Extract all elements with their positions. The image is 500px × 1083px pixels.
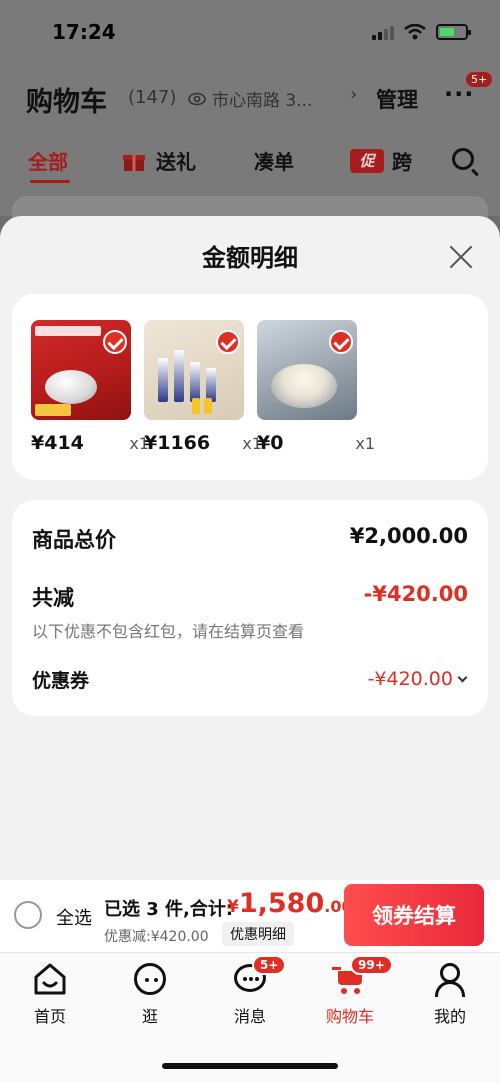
- reduction-label: 共减: [32, 586, 74, 610]
- cart-header-background: 购物车 (147) 市心南路 3... › 管理 ··· 5+ 全部 送礼 凑单…: [0, 66, 500, 226]
- coupon-value-toggle[interactable]: -¥420.00: [367, 668, 468, 690]
- total-integer: 1,580: [238, 888, 325, 919]
- location-text: 市心南路 3...: [212, 91, 313, 111]
- product-price: ¥1166: [144, 432, 211, 454]
- select-all-label[interactable]: 全选: [56, 904, 92, 930]
- tab-gift[interactable]: 送礼: [122, 146, 196, 175]
- wifi-icon: [404, 24, 426, 40]
- chevron-down-icon: [457, 672, 468, 682]
- product-price: ¥414: [31, 432, 84, 454]
- battery-icon: [436, 24, 471, 40]
- promo-icon: 促: [350, 148, 384, 173]
- amount-detail-sheet: 金额明细 ¥414 x1 ¥1166 x1 ¥0 x1 商品总价 ¥2,000.…: [0, 216, 500, 880]
- total-price-value: ¥2,000.00: [349, 524, 468, 548]
- status-bar: 17:24: [0, 0, 500, 66]
- checkout-button[interactable]: 领券结算: [344, 884, 484, 946]
- tab-home[interactable]: 首页: [10, 961, 90, 1027]
- discount-note: 以下优惠不包含红包，请在结算页查看: [32, 622, 305, 641]
- sheet-title: 金额明细: [202, 244, 298, 272]
- checked-icon[interactable]: [216, 330, 240, 354]
- tab-profile[interactable]: 我的: [410, 961, 490, 1027]
- gift-icon: [123, 154, 145, 171]
- tab-browse[interactable]: 逛: [110, 961, 190, 1027]
- product-price: ¥0: [257, 432, 284, 454]
- checkout-bar: 全选 已选 3 件,合计: ¥1,580.00 优惠减:¥420.00 优惠明细…: [0, 880, 500, 952]
- checked-icon[interactable]: [103, 330, 127, 354]
- tab-label: 逛: [141, 1007, 158, 1026]
- status-time: 17:24: [52, 20, 116, 44]
- location-selector[interactable]: 市心南路 3...: [188, 86, 312, 111]
- tab-label: 消息: [233, 1007, 266, 1026]
- more-badge: 5+: [466, 72, 493, 87]
- tab-label: 购物车: [325, 1007, 374, 1026]
- total-price-label: 商品总价: [32, 528, 116, 552]
- total-currency: ¥: [227, 897, 239, 917]
- chevron-right-icon: ›: [350, 84, 358, 105]
- cart-count: (147): [128, 87, 177, 108]
- tab-underline: [30, 180, 70, 183]
- product-item[interactable]: ¥414 x1: [31, 320, 149, 454]
- product-image: [257, 320, 357, 420]
- checked-icon[interactable]: [329, 330, 353, 354]
- coupon-value: -¥420.00: [367, 668, 453, 690]
- product-image: [31, 320, 131, 420]
- discount-line: 优惠减:¥420.00: [104, 929, 209, 945]
- message-badge: 5+: [252, 955, 287, 975]
- search-icon[interactable]: [452, 148, 474, 170]
- reduction-value: -¥420.00: [363, 582, 468, 606]
- product-qty: x1: [355, 434, 375, 453]
- coupon-label: 优惠券: [32, 670, 90, 692]
- total-amount: ¥1,580.00: [227, 888, 353, 919]
- tab-label: 首页: [33, 1007, 66, 1026]
- products-card: ¥414 x1 ¥1166 x1 ¥0 x1: [12, 294, 488, 480]
- product-item[interactable]: ¥0 x1: [257, 320, 375, 454]
- selected-summary: 已选 3 件,合计:: [104, 899, 234, 920]
- tab-messages[interactable]: 5+ 消息: [210, 955, 290, 1027]
- manage-button[interactable]: 管理: [376, 84, 418, 114]
- cart-badge: 99+: [350, 955, 393, 975]
- tab-bundle[interactable]: 凑单: [254, 146, 294, 175]
- discount-detail-button[interactable]: 优惠明细: [222, 922, 294, 946]
- tab-cross-border[interactable]: 促 跨: [350, 146, 412, 175]
- cellular-signal-icon: [372, 24, 394, 40]
- message-icon: 5+: [232, 955, 287, 997]
- price-summary-card: 商品总价 ¥2,000.00 共减 -¥420.00 以下优惠不包含红包，请在结…: [12, 500, 488, 716]
- select-all-radio[interactable]: [14, 901, 42, 929]
- product-item[interactable]: ¥1166 x1: [144, 320, 262, 454]
- close-icon[interactable]: [444, 240, 478, 274]
- tab-label: 我的: [433, 1007, 466, 1026]
- tab-cart[interactable]: 99+ 购物车: [310, 955, 393, 1027]
- tab-all[interactable]: 全部: [28, 146, 68, 175]
- cart-icon: 99+: [332, 955, 393, 997]
- browse-icon: [132, 961, 168, 997]
- bottom-tab-bar: 首页 逛 5+ 消息 99+ 购物车 我的: [0, 952, 500, 1083]
- profile-icon: [432, 961, 468, 997]
- home-icon: [32, 961, 68, 997]
- home-indicator: [162, 1063, 338, 1069]
- status-icons: [372, 24, 471, 40]
- location-eye-icon: [188, 92, 206, 105]
- page-title: 购物车: [26, 87, 107, 118]
- product-image: [144, 320, 244, 420]
- cart-filter-tabs: 全部 送礼 凑单 促 跨: [0, 146, 500, 186]
